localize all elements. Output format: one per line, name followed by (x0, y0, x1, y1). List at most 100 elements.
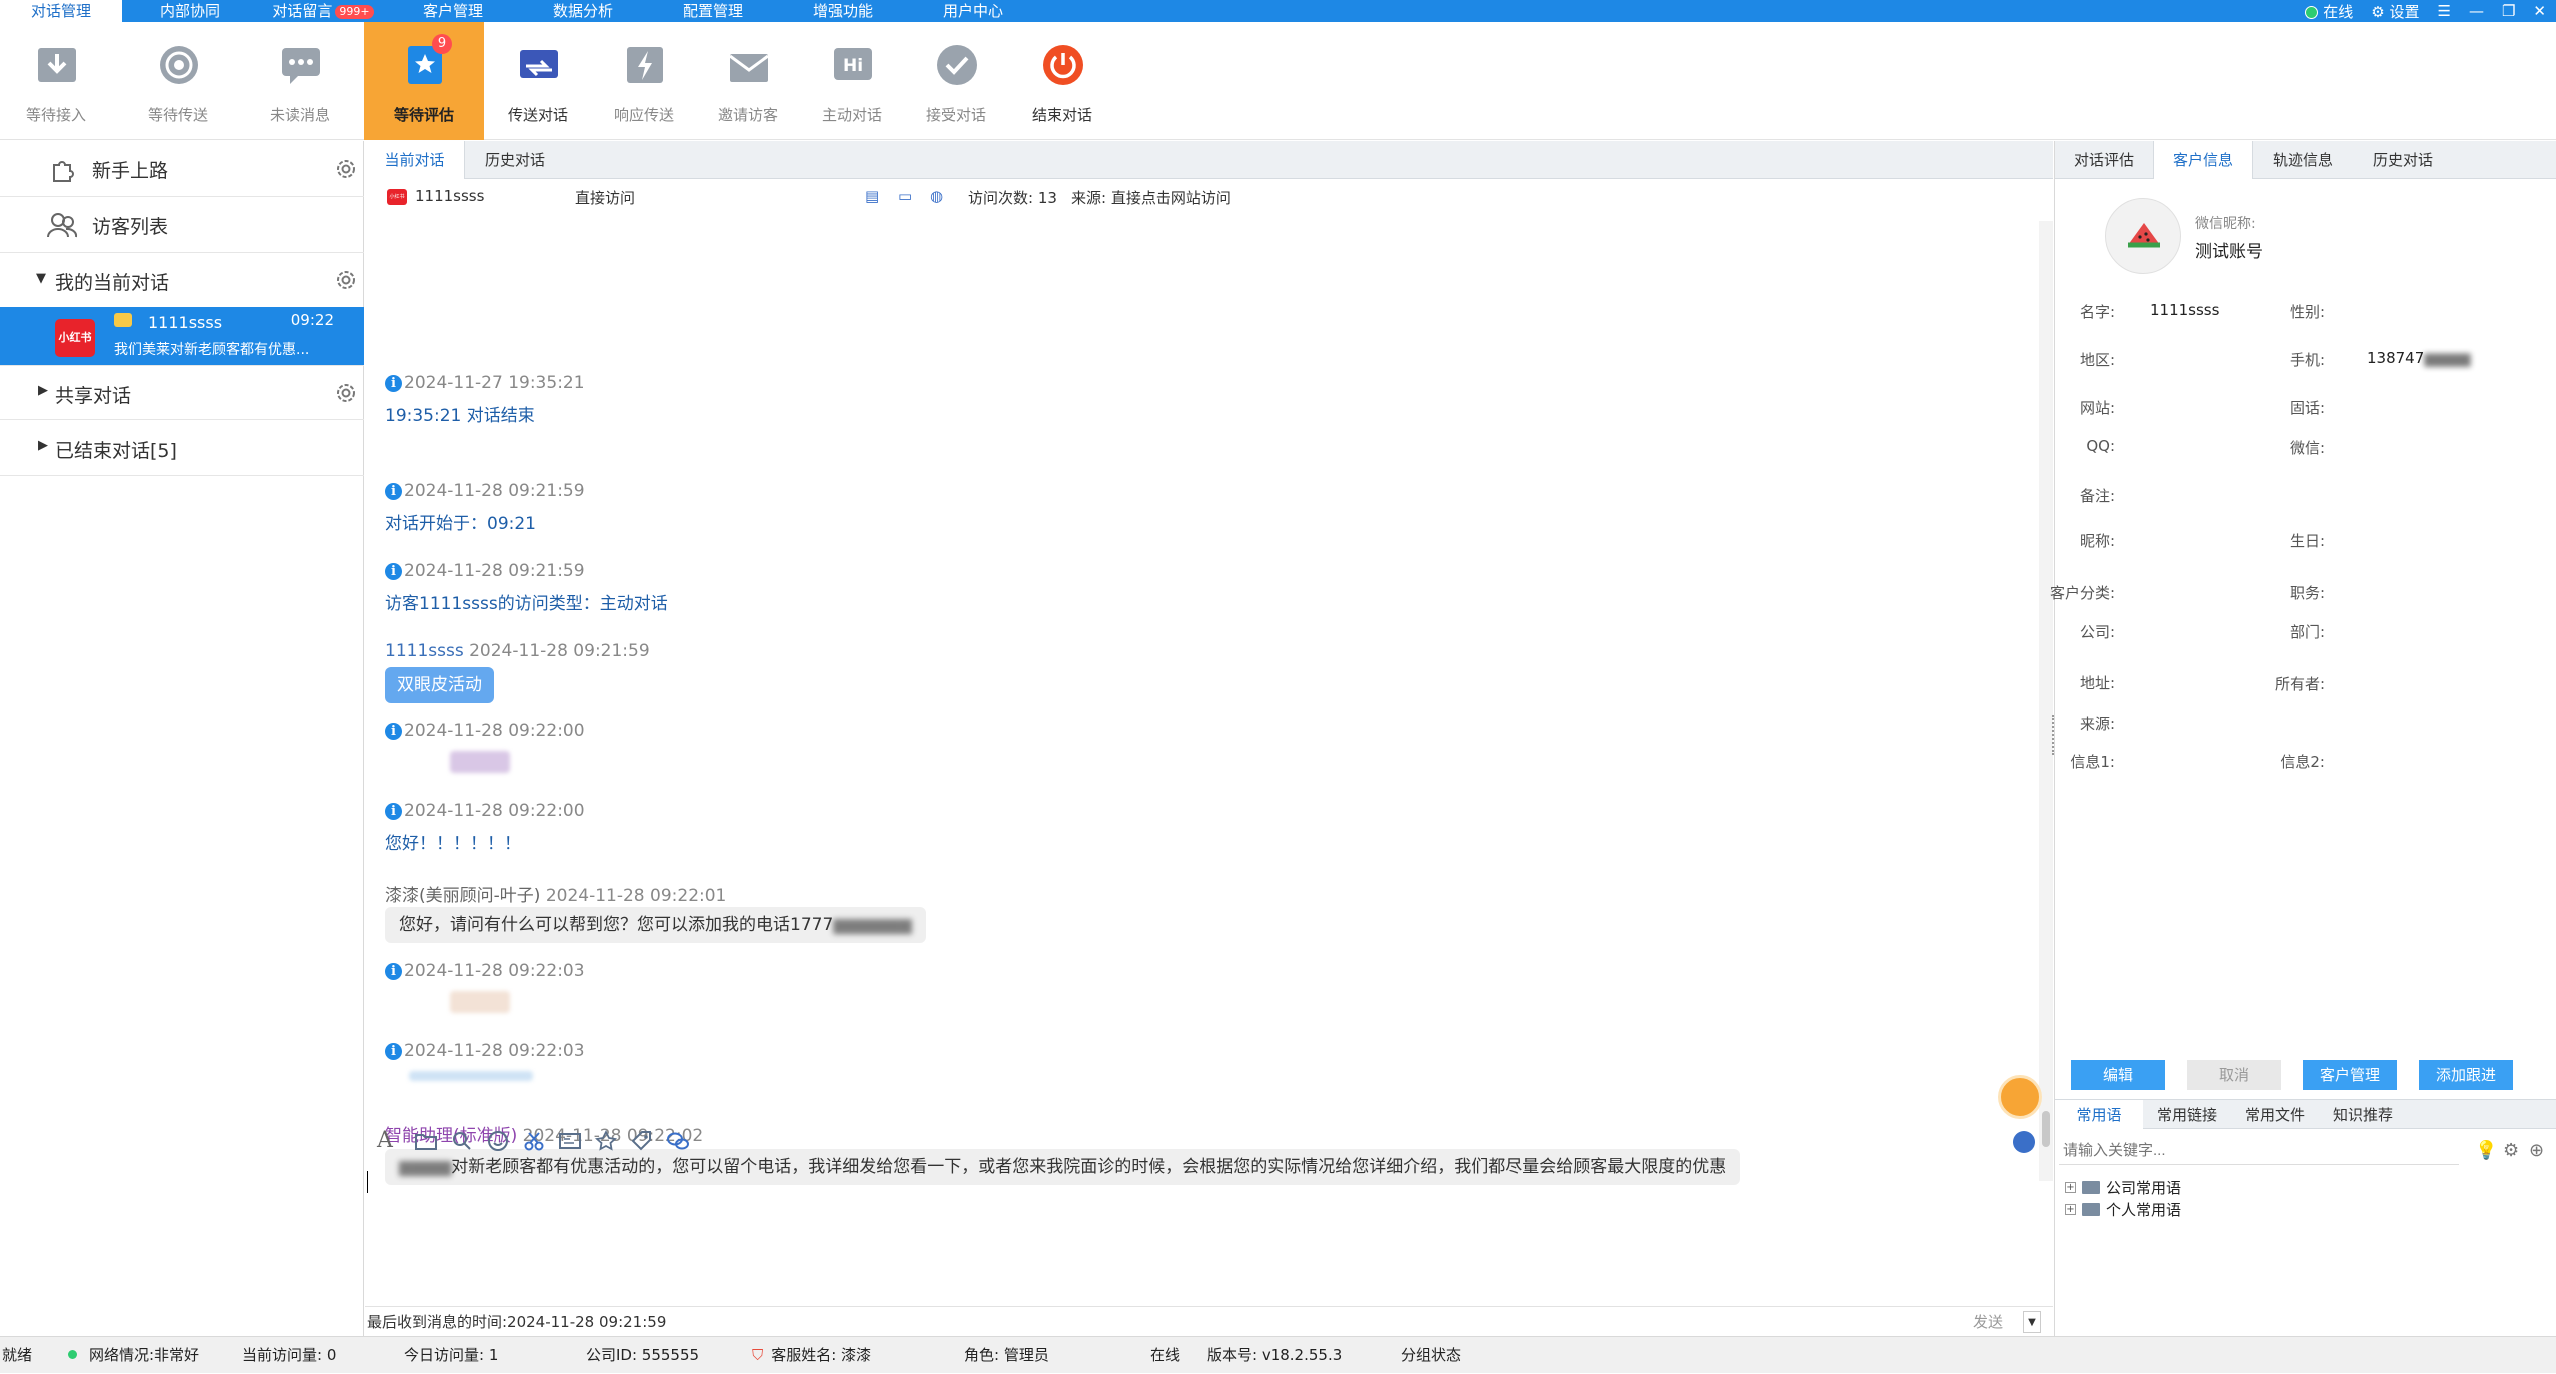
remark-label: 备注: (2079, 487, 2115, 505)
document-icon[interactable]: ▤ (865, 187, 879, 205)
minimize-icon[interactable]: — (2469, 2, 2484, 20)
mobile-value: 138747▆▆▆▆ (2367, 349, 2470, 367)
scroll-thumb[interactable] (2042, 1111, 2050, 1147)
menu-tab-label: 对话管理 (30, 2, 91, 20)
settings-label: 设置 (2389, 2, 2420, 21)
system-message-text: 您好！！！！！！ (385, 834, 521, 854)
font-icon[interactable]: A (377, 1128, 403, 1154)
gear-icon[interactable] (334, 157, 358, 181)
menu-tab-user-center[interactable]: 用户中心 (908, 0, 1038, 22)
star-icon[interactable] (593, 1128, 619, 1154)
agent-message-bubble: 您好，请问有什么可以帮到您？您可以添加我的电话1777▆▆▆▆▆▆ (385, 907, 926, 943)
wait-evaluate-button[interactable]: 9 等待评估 (364, 22, 484, 140)
add-followup-button[interactable]: 添加跟进 (2419, 1060, 2513, 1090)
tree-item-personal-phrases[interactable]: + 个人常用语 (2065, 1199, 2181, 1220)
edit-button[interactable]: 编辑 (2071, 1060, 2165, 1090)
folder-icon[interactable] (413, 1128, 439, 1154)
conversation-list-item[interactable]: 小红书 1111ssss 09:22 我们美莱对新老顾客都有优惠... (0, 307, 364, 365)
tab-common-phrases[interactable]: 常用语 (2055, 1100, 2143, 1130)
message-input[interactable] (365, 1161, 2053, 1311)
menu-tab-config[interactable]: 配置管理 (648, 0, 778, 22)
info-icon: i (385, 723, 402, 740)
send-options-dropdown-icon[interactable]: ▼ (2023, 1311, 2041, 1333)
clock-icon[interactable] (2013, 1131, 2035, 1153)
search-icon[interactable] (449, 1128, 475, 1154)
toolbar-label: 邀请访客 (717, 106, 778, 124)
gear-icon[interactable] (334, 268, 358, 292)
tab-conversation-evaluation[interactable]: 对话评估 (2055, 141, 2153, 179)
last-received-time: 最后收到消息的时间:2024-11-28 09:21:59 (367, 1313, 667, 1331)
menu-tab-conversation-management[interactable]: 对话管理 (0, 0, 122, 22)
ready-status: 就绪 (2, 1346, 33, 1364)
scissors-icon[interactable] (521, 1128, 547, 1154)
online-status[interactable]: 在线 (2305, 1, 2353, 22)
menu-tab-internal-collab[interactable]: 内部协同 (122, 0, 258, 22)
system-message-meta: i 2024-11-28 09:22:00 (385, 801, 585, 821)
wait-accept-button[interactable]: 等待接入 (6, 22, 106, 140)
keyword-search-input[interactable] (2059, 1137, 2459, 1165)
menu-tab-customer-management[interactable]: 客户管理 (388, 0, 518, 22)
active-conversation-button[interactable]: Hi 主动对话 (802, 22, 902, 140)
cancel-button[interactable]: 取消 (2187, 1060, 2281, 1090)
end-conversation-button[interactable]: 结束对话 (1012, 22, 1112, 140)
customer-info-panel: 对话评估 客户信息 轨迹信息 历史对话 微信昵称: 测试账号 名字: 1111s… (2050, 141, 2556, 1336)
lightbulb-icon[interactable]: 💡 (2475, 1140, 2497, 1161)
position-label: 职务: (2289, 584, 2325, 602)
settings-button[interactable]: ⚙ 设置 (2371, 1, 2419, 22)
tab-current-conversation[interactable]: 当前对话 (365, 141, 465, 179)
menu-tab-data-analysis[interactable]: 数据分析 (518, 0, 648, 22)
card-icon[interactable] (557, 1128, 583, 1154)
tab-history[interactable]: 历史对话 (2353, 141, 2453, 179)
toolbar-label: 主动对话 (821, 106, 882, 124)
send-button[interactable]: 发送 (1973, 1307, 2003, 1337)
blurred-content (450, 991, 510, 1013)
tab-label: 当前对话 (384, 151, 445, 169)
tab-common-links[interactable]: 常用链接 (2143, 1100, 2231, 1130)
owner-label: 所有者: (2274, 675, 2325, 693)
menu-tab-enhanced[interactable]: 增强功能 (778, 0, 908, 22)
sidebar-item-visitor-list[interactable]: 访客列表 (0, 197, 364, 253)
tab-trajectory[interactable]: 轨迹信息 (2253, 141, 2353, 179)
monitor-icon[interactable]: ▭ (898, 187, 912, 205)
add-circle-icon[interactable]: ⊕ (2529, 1140, 2544, 1161)
assistant-avatar-icon[interactable] (1998, 1075, 2042, 1119)
gear-icon[interactable]: ⚙ (2503, 1140, 2519, 1161)
sidebar-group-ended[interactable]: ▶ 已结束对话[5] (0, 420, 364, 476)
customer-management-button[interactable]: 客户管理 (2303, 1060, 2397, 1090)
transfer-conversation-button[interactable]: 传送对话 (488, 22, 588, 140)
tab-knowledge-recommend[interactable]: 知识推荐 (2319, 1100, 2407, 1130)
emoji-icon[interactable] (485, 1128, 511, 1154)
wechat-icon[interactable] (665, 1128, 691, 1154)
message-time: 2024-11-28 09:21:59 (469, 641, 650, 661)
close-icon[interactable]: ✕ (2533, 2, 2546, 20)
info-icon: i (385, 483, 402, 500)
respond-transfer-button[interactable]: 响应传送 (594, 22, 694, 140)
sidebar-group-label: 我的当前对话 (55, 272, 170, 294)
menu-tab-messages[interactable]: 对话留言 999+ (258, 0, 388, 22)
wait-transfer-button[interactable]: 等待传送 (128, 22, 228, 140)
menu-icon[interactable]: ☰ (2438, 2, 2451, 20)
expand-icon[interactable]: + (2065, 1182, 2076, 1193)
source-tag-label: 小红书 (58, 331, 92, 344)
info-icon: i (385, 1043, 402, 1060)
tag-icon[interactable] (629, 1128, 655, 1154)
accept-conversation-button[interactable]: 接受对话 (906, 22, 1006, 140)
tree-item-company-phrases[interactable]: + 公司常用语 (2065, 1177, 2181, 1198)
tab-customer-info[interactable]: 客户信息 (2153, 141, 2253, 179)
sidebar-group-my-current[interactable]: ▼ 我的当前对话 (0, 253, 364, 307)
tab-label: 知识推荐 (2332, 1106, 2393, 1124)
restore-icon[interactable]: ❐ (2502, 2, 2515, 20)
tab-history-conversation[interactable]: 历史对话 (465, 141, 565, 179)
status-bar: 就绪 网络情况:非常好 当前访问量: 0 今日访问量: 1 公司ID: 5555… (0, 1336, 2556, 1373)
sidebar-item-newbie[interactable]: 新手上路 (0, 141, 364, 197)
globe-icon[interactable]: ◍ (930, 187, 943, 205)
current-visits: 当前访问量: 0 (242, 1346, 337, 1364)
department-label: 部门: (2289, 623, 2325, 641)
tab-common-files[interactable]: 常用文件 (2231, 1100, 2319, 1130)
message-sender: 漆漆(美丽顾问-叶子) (385, 886, 541, 906)
expand-icon[interactable]: + (2065, 1204, 2076, 1215)
unread-messages-button[interactable]: 未读消息 (250, 22, 350, 140)
sidebar-group-shared[interactable]: ▶ 共享对话 (0, 365, 364, 420)
invite-visitor-button[interactable]: 邀请访客 (698, 22, 798, 140)
gear-icon[interactable] (334, 381, 358, 405)
